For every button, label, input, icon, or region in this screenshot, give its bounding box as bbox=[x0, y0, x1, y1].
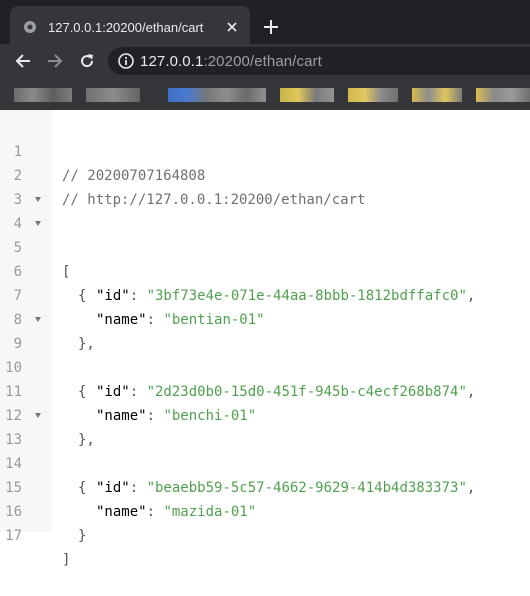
code-line: 10 "id": "2d23d0b0-15d0-451f-945b-c4ecf2… bbox=[0, 332, 530, 356]
bookmark-item[interactable] bbox=[280, 88, 334, 102]
code-line: 6 "id": "3bf73e4e-071e-44aa-8bbb-1812bdf… bbox=[0, 236, 530, 260]
bookmark-item[interactable] bbox=[476, 88, 530, 102]
fold-arrow-icon[interactable] bbox=[35, 221, 41, 226]
code-line: 15 "name": "mazida-01" bbox=[0, 452, 530, 476]
reload-icon[interactable] bbox=[73, 47, 101, 75]
url-host: 127.0.0.1 bbox=[140, 53, 203, 70]
code-line: 12 }, bbox=[0, 380, 530, 404]
code-line: 1 // 20200707164808 bbox=[0, 116, 530, 140]
code-line: 5 { bbox=[0, 212, 530, 236]
bookmark-item[interactable] bbox=[14, 88, 72, 102]
url-path: :20200/ethan/cart bbox=[203, 53, 321, 70]
address-bar[interactable]: 127.0.0.1:20200/ethan/cart bbox=[108, 47, 530, 75]
tab-strip: 127.0.0.1:20200/ethan/cart bbox=[0, 0, 530, 48]
code-line: 11 "name": "benchi-01" bbox=[0, 356, 530, 380]
url-text: 127.0.0.1:20200/ethan/cart bbox=[140, 53, 322, 70]
bracket: ] bbox=[62, 548, 70, 572]
browser-chrome: 127.0.0.1:20200/ethan/cart 127.0.0.1:202… bbox=[0, 0, 530, 110]
code-line: 8 }, bbox=[0, 284, 530, 308]
fold-arrow-icon[interactable] bbox=[35, 197, 41, 202]
fold-arrow-icon[interactable] bbox=[35, 317, 41, 322]
arrow-left-icon[interactable] bbox=[9, 47, 37, 75]
json-viewer: 1 // 20200707164808 2 // http://127.0.0.… bbox=[0, 110, 530, 532]
code-line: 3 bbox=[0, 164, 530, 188]
line-number: 17 bbox=[0, 524, 22, 548]
close-icon[interactable] bbox=[222, 17, 242, 37]
code-line: 4 [ bbox=[0, 188, 530, 212]
fold-arrow-icon[interactable] bbox=[35, 413, 41, 418]
tab-title: 127.0.0.1:20200/ethan/cart bbox=[48, 20, 222, 35]
code-line: 14 "id": "beaebb59-5c57-4662-9629-414b4d… bbox=[0, 428, 530, 452]
info-icon[interactable] bbox=[112, 47, 140, 75]
arrow-right-icon[interactable] bbox=[41, 47, 69, 75]
code-line: 13 { bbox=[0, 404, 530, 428]
tab-active[interactable]: 127.0.0.1:20200/ethan/cart bbox=[10, 6, 250, 48]
bookmark-item[interactable] bbox=[168, 88, 266, 102]
bookmark-item[interactable] bbox=[348, 88, 398, 102]
code-line: 7 "name": "bentian-01" bbox=[0, 260, 530, 284]
plus-icon[interactable] bbox=[258, 14, 284, 40]
bookmarks-bar bbox=[0, 80, 530, 110]
code-line: 9 { bbox=[0, 308, 530, 332]
code-line: 17 ] bbox=[0, 500, 530, 524]
globe-icon bbox=[22, 19, 38, 35]
bracket: } bbox=[78, 524, 86, 548]
code-line: 16 } bbox=[0, 476, 530, 500]
code-line: 2 // http://127.0.0.1:20200/ethan/cart bbox=[0, 140, 530, 164]
bookmark-item[interactable] bbox=[412, 88, 462, 102]
bookmark-item[interactable] bbox=[86, 88, 140, 102]
